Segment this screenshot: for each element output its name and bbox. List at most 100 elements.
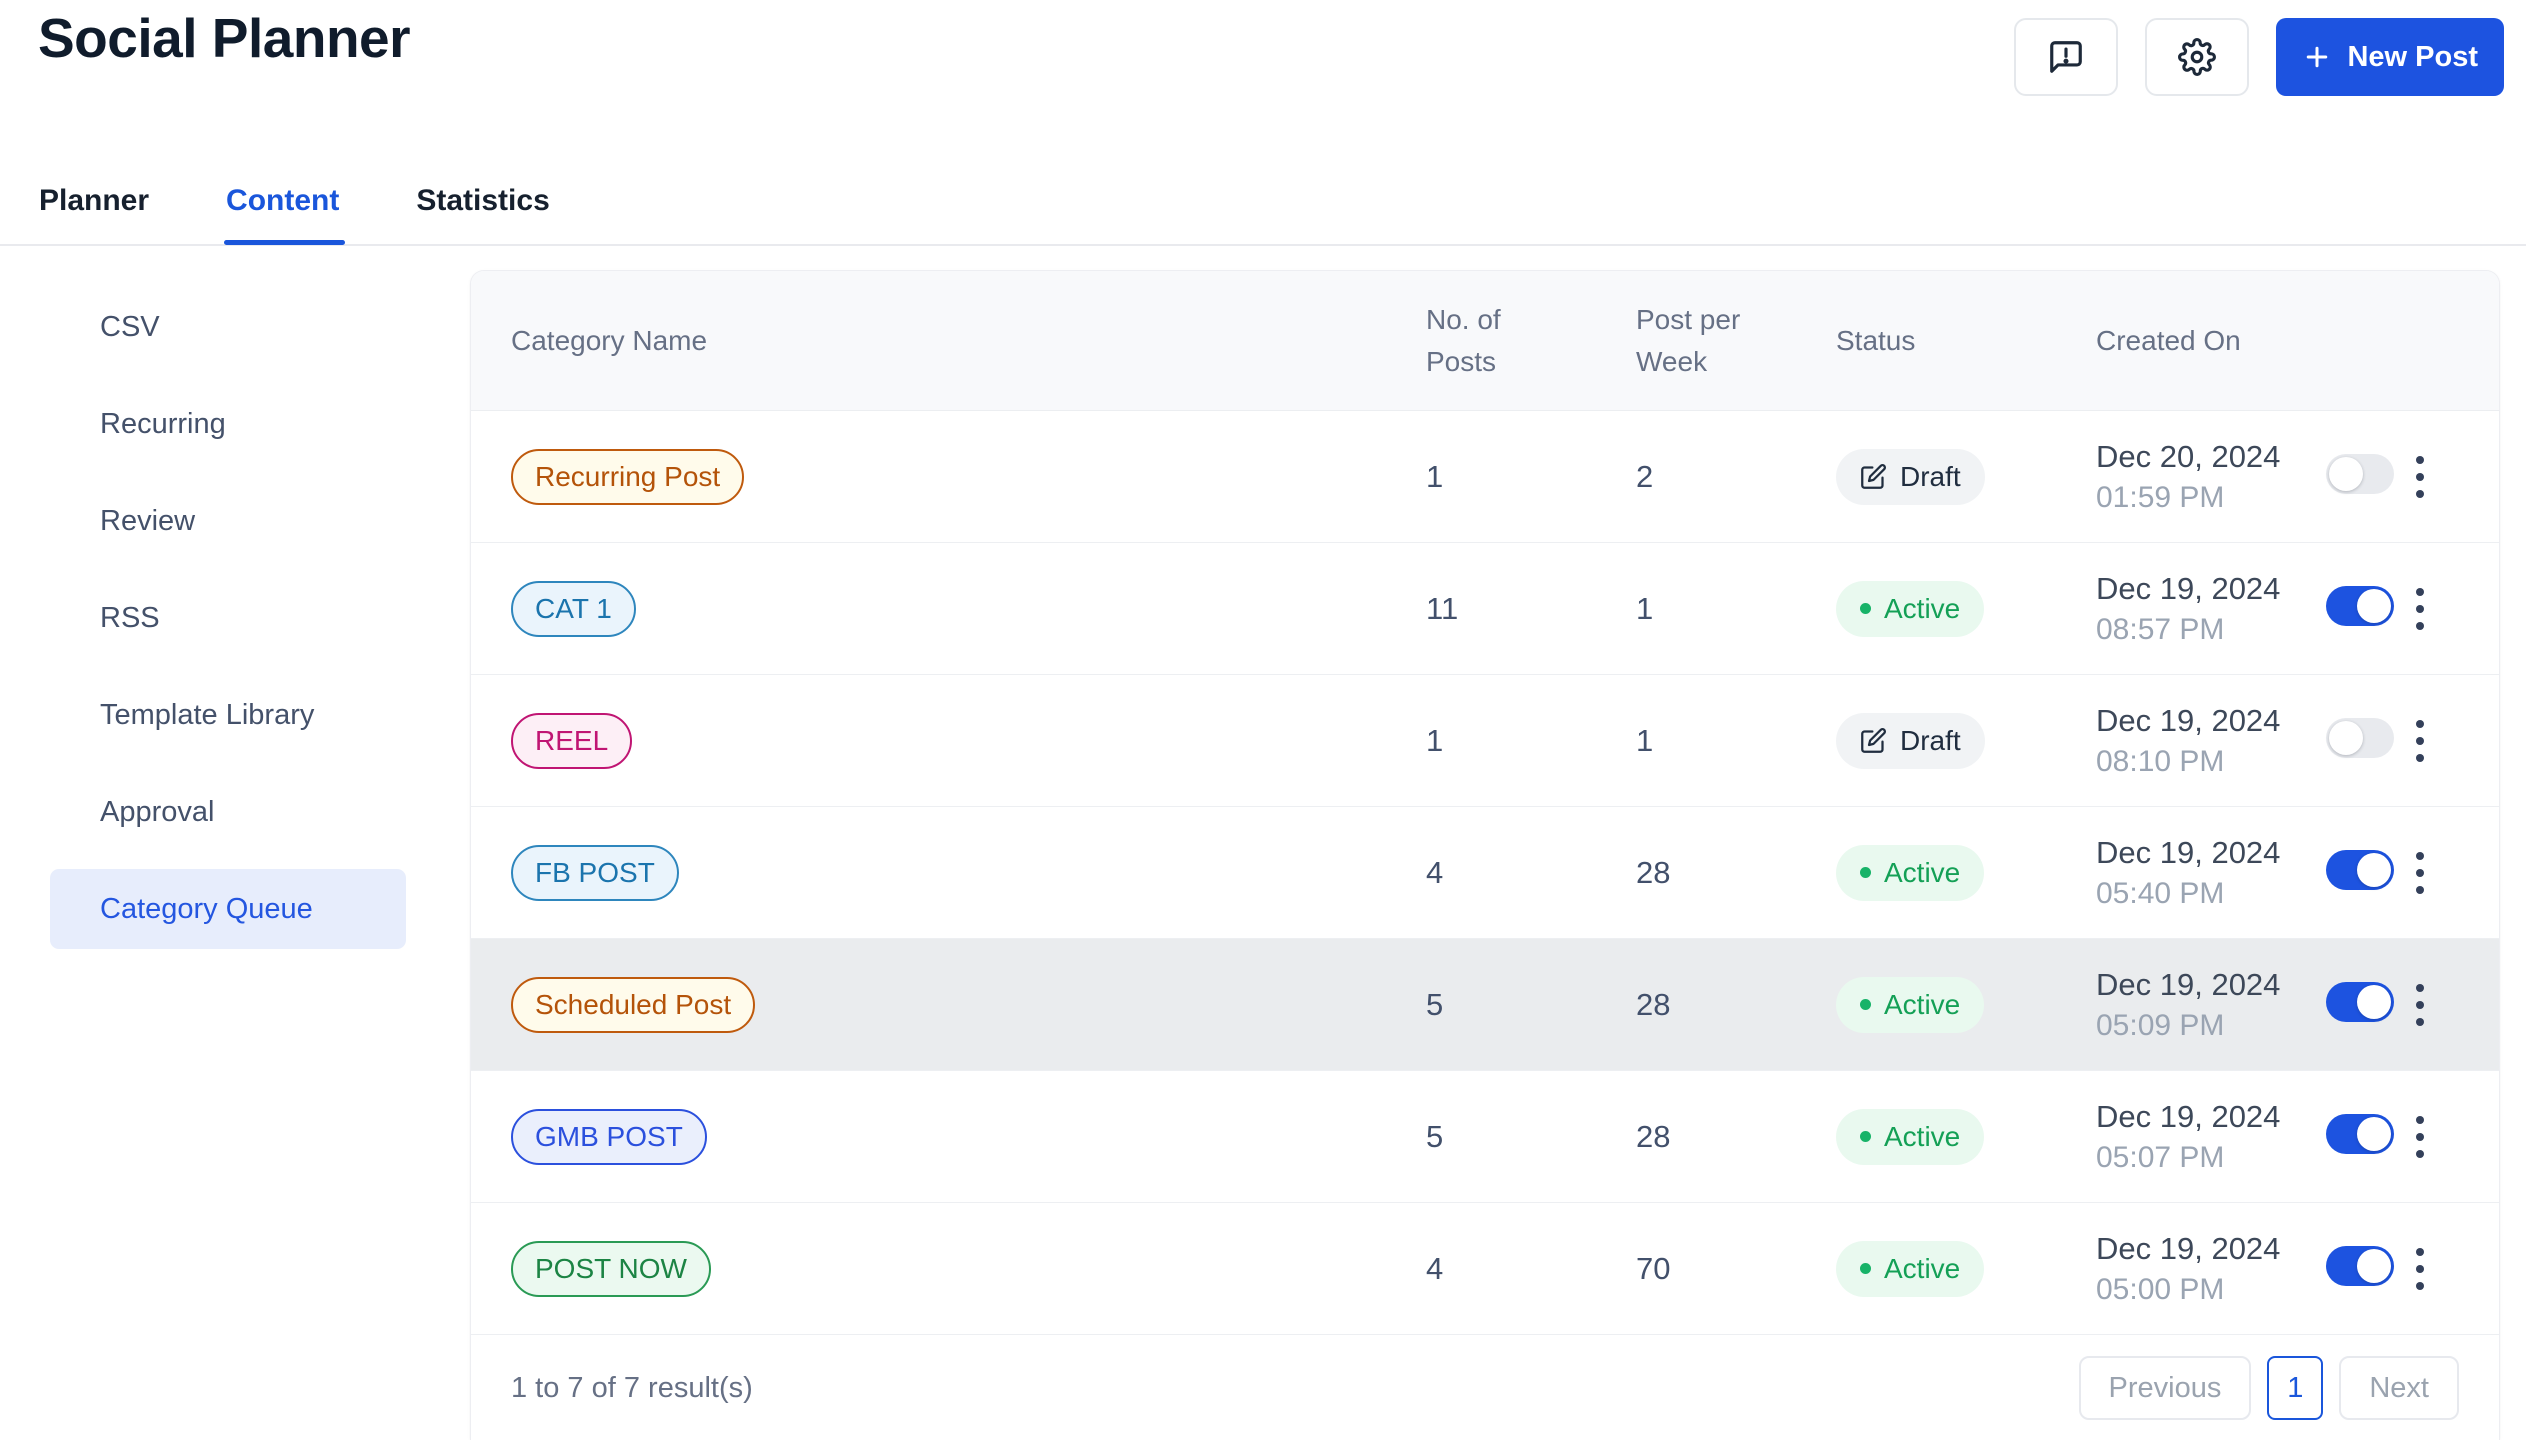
no-of-posts-value: 11 <box>1426 591 1636 627</box>
gear-icon <box>2178 38 2216 76</box>
category-badge-label: CAT 1 <box>535 593 612 625</box>
table-row: GMB POST 5 28 Active Dec 19, 2024 05:07 … <box>471 1071 2499 1203</box>
status-label: Active <box>1884 989 1960 1021</box>
row-menu-kebab-icon[interactable] <box>2406 1238 2434 1300</box>
no-of-posts-value: 4 <box>1426 855 1636 891</box>
row-menu-kebab-icon[interactable] <box>2406 974 2434 1036</box>
status-label: Draft <box>1900 725 1961 757</box>
column-header-category-name: Category Name <box>511 320 1426 362</box>
tab-label: Content <box>226 184 339 217</box>
active-status-dot <box>1860 1131 1871 1142</box>
post-per-week-value: 28 <box>1636 987 1836 1023</box>
row-menu-kebab-icon[interactable] <box>2406 842 2434 904</box>
category-badge[interactable]: POST NOW <box>511 1241 711 1297</box>
no-of-posts-value: 1 <box>1426 459 1636 495</box>
category-enabled-toggle[interactable] <box>2326 718 2394 758</box>
page-title: Social Planner <box>38 6 410 70</box>
sidebar-item-label: Review <box>100 505 195 538</box>
post-per-week-value: 1 <box>1636 591 1836 627</box>
created-time: 08:57 PM <box>2096 610 2326 650</box>
sidebar-item-recurring[interactable]: Recurring <box>50 384 406 464</box>
table-footer: 1 to 7 of 7 result(s) Previous 1 Next <box>471 1335 2499 1440</box>
post-per-week-value: 28 <box>1636 855 1836 891</box>
content-sidebar: CSV Recurring Review RSS Template Library App… <box>50 287 406 966</box>
plus-icon <box>2302 42 2332 72</box>
tab-statistics[interactable]: Statistics <box>416 184 549 245</box>
status-label: Active <box>1884 593 1960 625</box>
feedback-button[interactable] <box>2014 18 2118 96</box>
sidebar-item-category-queue[interactable]: Category Queue <box>50 869 406 949</box>
active-status-dot <box>1860 603 1871 614</box>
category-enabled-toggle[interactable] <box>2326 850 2394 890</box>
category-badge[interactable]: REEL <box>511 713 632 769</box>
category-badge[interactable]: FB POST <box>511 845 679 901</box>
category-badge-label: REEL <box>535 725 608 757</box>
post-per-week-value: 2 <box>1636 459 1836 495</box>
table-row: REEL 1 1 Draft Dec 19, 2024 08:10 PM <box>471 675 2499 807</box>
row-menu-kebab-icon[interactable] <box>2406 1106 2434 1168</box>
post-per-week-value: 28 <box>1636 1119 1836 1155</box>
category-enabled-toggle[interactable] <box>2326 454 2394 494</box>
status-label: Active <box>1884 1121 1960 1153</box>
tab-label: Statistics <box>416 184 549 217</box>
previous-page-button[interactable]: Previous <box>2079 1356 2252 1420</box>
settings-button[interactable] <box>2145 18 2249 96</box>
sidebar-item-approval[interactable]: Approval <box>50 772 406 852</box>
no-of-posts-value: 5 <box>1426 987 1636 1023</box>
status-label: Draft <box>1900 461 1961 493</box>
category-badge-label: GMB POST <box>535 1121 683 1153</box>
status-badge: Active <box>1836 1241 1984 1297</box>
post-per-week-value: 1 <box>1636 723 1836 759</box>
new-post-label: New Post <box>2347 41 2478 74</box>
category-enabled-toggle[interactable] <box>2326 586 2394 626</box>
row-menu-kebab-icon[interactable] <box>2406 578 2434 640</box>
created-time: 08:10 PM <box>2096 742 2326 782</box>
page-number-button[interactable]: 1 <box>2267 1356 2323 1420</box>
active-status-dot <box>1860 867 1871 878</box>
tab-content[interactable]: Content <box>226 184 339 245</box>
next-page-button[interactable]: Next <box>2339 1356 2459 1420</box>
category-enabled-toggle[interactable] <box>2326 1114 2394 1154</box>
table-row: FB POST 4 28 Active Dec 19, 2024 05:40 P… <box>471 807 2499 939</box>
created-date: Dec 19, 2024 <box>2096 1096 2326 1138</box>
category-badge[interactable]: Recurring Post <box>511 449 744 505</box>
sidebar-item-review[interactable]: Review <box>50 481 406 561</box>
sidebar-item-label: Category Queue <box>100 893 313 926</box>
sidebar-item-rss[interactable]: RSS <box>50 578 406 658</box>
tab-planner[interactable]: Planner <box>39 184 149 245</box>
created-time: 01:59 PM <box>2096 478 2326 518</box>
created-time: 05:40 PM <box>2096 874 2326 914</box>
active-status-dot <box>1860 1263 1871 1274</box>
category-badge-label: POST NOW <box>535 1253 687 1285</box>
table-row: POST NOW 4 70 Active Dec 19, 2024 05:00 … <box>471 1203 2499 1335</box>
category-badge-label: Scheduled Post <box>535 989 731 1021</box>
sidebar-item-label: Template Library <box>100 699 314 732</box>
table-row: Recurring Post 1 2 Draft Dec 20, 2024 01… <box>471 411 2499 543</box>
created-date: Dec 19, 2024 <box>2096 1228 2326 1270</box>
category-enabled-toggle[interactable] <box>2326 982 2394 1022</box>
row-menu-kebab-icon[interactable] <box>2406 710 2434 772</box>
row-menu-kebab-icon[interactable] <box>2406 446 2434 508</box>
category-badge[interactable]: GMB POST <box>511 1109 707 1165</box>
created-date: Dec 19, 2024 <box>2096 700 2326 742</box>
no-of-posts-value: 4 <box>1426 1251 1636 1287</box>
category-badge[interactable]: Scheduled Post <box>511 977 755 1033</box>
category-badge-label: Recurring Post <box>535 461 720 493</box>
new-post-button[interactable]: New Post <box>2276 18 2504 96</box>
category-badge[interactable]: CAT 1 <box>511 581 636 637</box>
created-date: Dec 19, 2024 <box>2096 832 2326 874</box>
message-alert-icon <box>2047 38 2085 76</box>
tab-label: Planner <box>39 184 149 217</box>
column-header-no-of-posts: No. of Posts <box>1426 299 1546 383</box>
sidebar-item-template-library[interactable]: Template Library <box>50 675 406 755</box>
sidebar-item-csv[interactable]: CSV <box>50 287 406 367</box>
column-header-created-on: Created On <box>2096 320 2326 362</box>
header-actions: New Post <box>2014 18 2504 96</box>
no-of-posts-value: 1 <box>1426 723 1636 759</box>
category-enabled-toggle[interactable] <box>2326 1246 2394 1286</box>
no-of-posts-value: 5 <box>1426 1119 1636 1155</box>
table-body: Recurring Post 1 2 Draft Dec 20, 2024 01… <box>471 411 2499 1335</box>
table-header-row: Category Name No. of Posts Post per Week… <box>471 271 2499 411</box>
category-badge-label: FB POST <box>535 857 655 889</box>
created-time: 05:07 PM <box>2096 1138 2326 1178</box>
